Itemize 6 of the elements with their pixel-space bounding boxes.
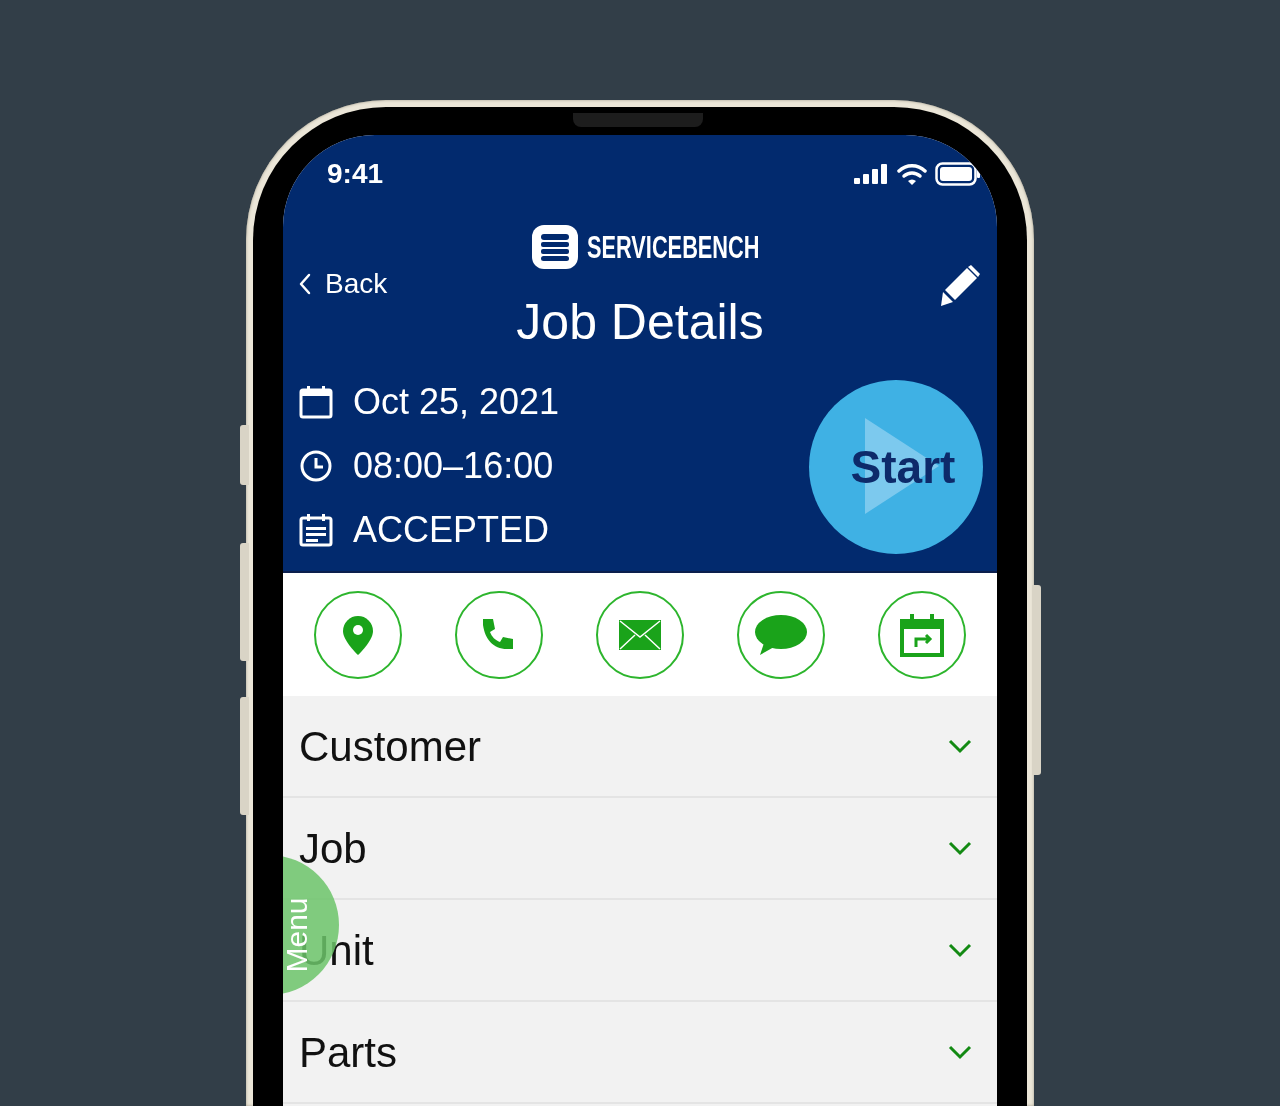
status-time: 9:41 [327,157,384,191]
page-title: Job Details [516,293,764,352]
info-text: 08:00–16:00 [353,444,554,488]
info-text: ACCEPTED [353,508,550,552]
brand-name: SERVICEBENCH [587,230,760,264]
info-text: Oct 25, 2021 [353,380,560,424]
